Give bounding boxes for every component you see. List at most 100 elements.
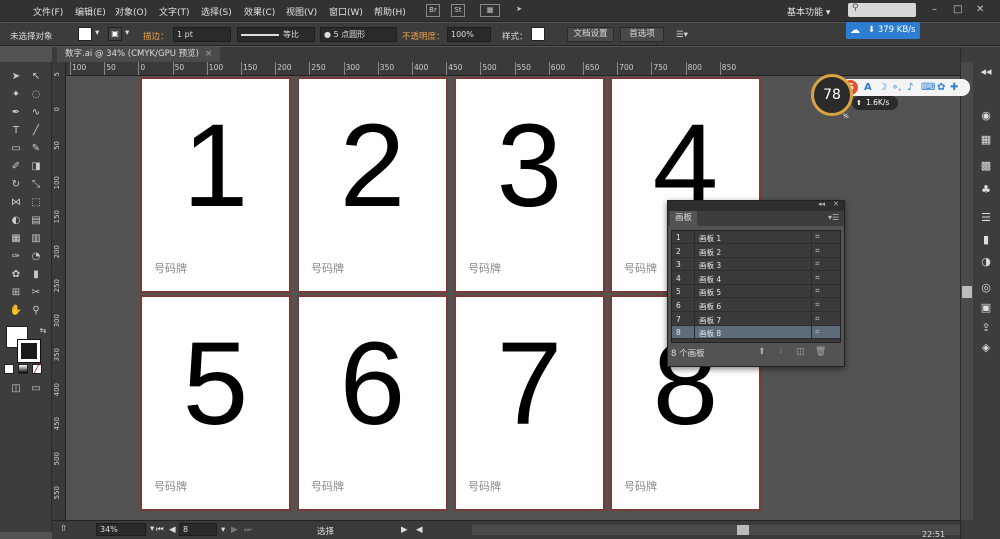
menu-item[interactable]: 文字(T): [159, 5, 190, 18]
artboard-list-row[interactable]: 7 画板 7 ⌗: [672, 312, 840, 326]
eyedropper-tool-icon[interactable]: ✑: [9, 250, 23, 263]
menu-item[interactable]: 效果(C): [244, 5, 275, 18]
dock-collapse-icon[interactable]: ◂◂: [978, 64, 994, 80]
swatches-panel-icon[interactable]: ▩: [978, 158, 994, 174]
performance-ball[interactable]: 78%: [811, 74, 853, 120]
menu-item[interactable]: 文件(F): [33, 5, 63, 18]
transparency-panel-icon[interactable]: ◑: [978, 254, 994, 270]
screen-mode-icon[interactable]: ▭: [29, 382, 43, 395]
shaper-tool-icon[interactable]: ✐: [9, 160, 23, 173]
artboard-row-name[interactable]: 画板 2: [699, 247, 721, 258]
ime-moon-icon[interactable]: ☽: [878, 80, 887, 95]
selection-tool-icon[interactable]: ➤: [9, 70, 23, 83]
artboard-7[interactable]: 7 号码牌: [454, 295, 605, 511]
width-tool-icon[interactable]: ⋈: [9, 196, 23, 209]
artboard-options-icon[interactable]: ⌗: [815, 327, 820, 337]
artboard-row-name[interactable]: 画板 7: [699, 315, 721, 326]
panel-menu-icon[interactable]: ▾☰: [828, 213, 839, 222]
panel-header[interactable]: ◂◂ ✕: [668, 200, 844, 211]
move-up-icon[interactable]: ⬆: [758, 347, 766, 357]
draw-mode-icon[interactable]: ◫: [9, 382, 23, 395]
free-transform-tool-icon[interactable]: ⬚: [29, 196, 43, 209]
artboard-options-icon[interactable]: ⌗: [815, 300, 820, 310]
artboard-1[interactable]: 1 号码牌: [140, 77, 291, 293]
artboard-row-name[interactable]: 画板 6: [699, 301, 721, 312]
last-artboard-icon[interactable]: ⏭: [244, 525, 252, 535]
vertical-scrollbar[interactable]: [961, 62, 973, 520]
vertical-scroll-thumb[interactable]: [962, 286, 972, 298]
stock-button[interactable]: St: [451, 4, 465, 17]
opacity-label[interactable]: 不透明度：: [402, 30, 445, 42]
stroke-color-swatch[interactable]: ▣: [108, 27, 122, 41]
line-tool-icon[interactable]: ╱: [29, 124, 43, 137]
ime-keyboard-icon[interactable]: ⌨: [921, 80, 935, 95]
stroke-swatch[interactable]: [17, 339, 41, 363]
ime-mic-icon[interactable]: ♪: [907, 80, 913, 95]
magic-wand-tool-icon[interactable]: ✦: [9, 88, 23, 101]
artboard-row-name[interactable]: 画板 4: [699, 274, 721, 285]
artboard-row-name[interactable]: 画板 1: [699, 233, 721, 244]
first-artboard-icon[interactable]: ⏮: [156, 525, 164, 535]
menu-item[interactable]: 帮助(H): [374, 5, 406, 18]
graph-tool-icon[interactable]: ▮: [29, 268, 43, 281]
search-input[interactable]: ⚲: [848, 3, 916, 17]
preferences-button[interactable]: 首选项: [620, 27, 664, 42]
artboard-6[interactable]: 6 号码牌: [297, 295, 448, 511]
close-tab-icon[interactable]: ×: [205, 49, 212, 59]
paintbrush-tool-icon[interactable]: ✎: [29, 142, 43, 155]
style-swatch[interactable]: [531, 27, 545, 41]
close-button[interactable]: ✕: [976, 4, 984, 15]
arrange-documents-icon[interactable]: ▦: [480, 4, 500, 17]
artboard-list-row[interactable]: 4 画板 4 ⌗: [672, 271, 840, 285]
send-icon[interactable]: ➤: [512, 4, 526, 17]
graphic-styles-icon[interactable]: ▣: [978, 300, 994, 316]
menu-item[interactable]: 视图(V): [286, 5, 317, 18]
zoom-tool-icon[interactable]: ⚲: [29, 304, 43, 317]
artboard-3[interactable]: 3 号码牌: [454, 77, 605, 293]
artboard-list-row[interactable]: 5 画板 5 ⌗: [672, 285, 840, 299]
brush-select[interactable]: ● 5 点圆形: [320, 27, 397, 42]
document-tab[interactable]: 数字.ai @ 34% (CMYK/GPU 预览) ×: [57, 47, 221, 62]
artboard-list-row[interactable]: 2 画板 2 ⌗: [672, 244, 840, 258]
slice-tool-icon[interactable]: ✂: [29, 286, 43, 299]
new-artboard-icon[interactable]: ◫: [796, 347, 805, 357]
close-panel-icon[interactable]: ✕: [833, 200, 839, 208]
status-menu-icon[interactable]: ▶: [401, 525, 408, 535]
symbol-sprayer-tool-icon[interactable]: ✿: [9, 268, 23, 281]
bridge-button[interactable]: Br: [426, 4, 440, 17]
move-down-icon[interactable]: ⬇: [777, 347, 785, 357]
artboard-nav-field[interactable]: 8: [179, 523, 217, 536]
shape-builder-tool-icon[interactable]: ◐: [9, 214, 23, 227]
menu-item[interactable]: 对象(O): [115, 5, 147, 18]
artboard-2[interactable]: 2 号码牌: [297, 77, 448, 293]
artboard-options-icon[interactable]: ⌗: [815, 314, 820, 324]
eraser-tool-icon[interactable]: ◨: [29, 160, 43, 173]
ime-punct-icon[interactable]: ∘,: [892, 80, 901, 95]
layers-panel-icon[interactable]: ◈: [978, 340, 994, 356]
previous-artboard-icon[interactable]: ◀: [169, 525, 176, 535]
artboard-nav-dropdown-icon[interactable]: ▾: [221, 525, 225, 535]
artboard-list-row[interactable]: 8 画板 8 ⌗: [672, 326, 840, 340]
stroke-label[interactable]: 描边：: [143, 30, 169, 42]
gradient-tool-icon[interactable]: ▥: [29, 232, 43, 245]
arrange-menu-icon[interactable]: ☰▾: [676, 30, 688, 40]
next-artboard-icon[interactable]: ▶: [231, 525, 238, 535]
rotate-tool-icon[interactable]: ↻: [9, 178, 23, 191]
artboard-options-icon[interactable]: ⌗: [815, 273, 820, 283]
color-mode-icon[interactable]: [4, 364, 14, 374]
zoom-select[interactable]: 34%: [96, 523, 146, 536]
scale-tool-icon[interactable]: ⤡: [29, 178, 43, 191]
delete-artboard-icon[interactable]: 🗑: [815, 347, 826, 357]
ime-settings-icon[interactable]: ✚: [950, 80, 958, 95]
artboard-options-icon[interactable]: ⌗: [815, 232, 820, 242]
menu-item[interactable]: 选择(S): [201, 5, 232, 18]
gradient-panel-icon[interactable]: ▮: [978, 232, 994, 248]
zoom-dropdown-icon[interactable]: ▾: [150, 524, 154, 534]
artboard-list-row[interactable]: 3 画板 3 ⌗: [672, 258, 840, 272]
appearance-panel-icon[interactable]: ◎: [978, 280, 994, 296]
swap-fill-stroke-icon[interactable]: ⇆: [36, 324, 50, 337]
stroke-profile-select[interactable]: 等比: [237, 27, 315, 42]
ime-mode-label[interactable]: A: [864, 80, 872, 95]
fill-dropdown-icon[interactable]: ▾: [95, 28, 99, 38]
stroke-dropdown-icon[interactable]: ▾: [125, 28, 129, 38]
